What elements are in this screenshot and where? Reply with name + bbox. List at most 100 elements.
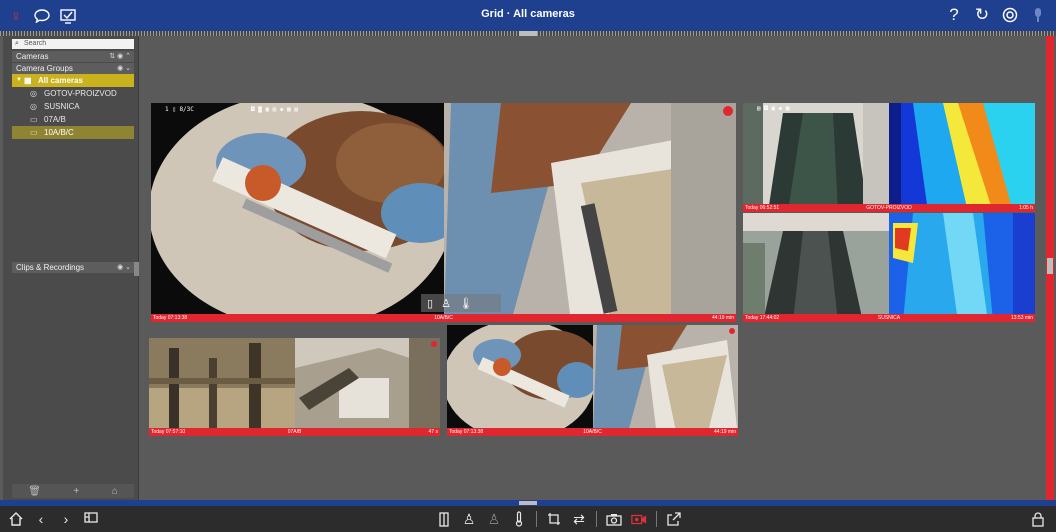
camera-footer: Today 06:52:51 GOTOV-PROIZVOD 1:05 h [743, 204, 1035, 212]
cameras-section[interactable]: Cameras ⇅ ◉ ⌃ [12, 51, 134, 62]
clips-label: Clips & Recordings [16, 263, 85, 272]
camera-feed-image [151, 103, 736, 322]
camera-feed-image [743, 103, 1035, 212]
add-icon[interactable]: + [73, 486, 79, 497]
camera-feed-image [743, 213, 1035, 322]
grid-icon: ▦ [24, 76, 32, 85]
camera-duration: 44:19 min [714, 429, 736, 435]
app-window: ♀ Grid · All cameras ? ↻ ⌕ Search Camera… [0, 0, 1056, 532]
person-dim-icon[interactable]: ♙ [486, 510, 502, 528]
door-icon[interactable]: ▯ [427, 297, 433, 310]
bottom-toolbar: ‹ › ♙ ♙ ⇄ [0, 506, 1056, 532]
toolbar-separator [536, 511, 537, 527]
camera-name: 10A/B/C [434, 315, 453, 321]
home-icon[interactable] [8, 510, 24, 528]
camera-icon[interactable] [606, 510, 622, 528]
tree-item-label: All cameras [38, 76, 83, 85]
swap-icon[interactable]: ⇄ [571, 510, 587, 528]
sidebar: ⌕ Search Cameras ⇅ ◉ ⌃ Camera Groups ◉ ⌄… [3, 36, 139, 500]
recording-indicator-icon [431, 341, 437, 347]
camera-feed-image [447, 325, 738, 436]
tree-item-label: 07A/B [44, 115, 66, 124]
tree-item-all-cameras[interactable]: ▼ ▦ All cameras [12, 74, 134, 87]
search-icon: ⌕ [15, 40, 19, 47]
fisheye-camera-icon: ◎ [30, 102, 37, 111]
fisheye-camera-icon: ◎ [30, 89, 37, 98]
camera-feed-image [149, 338, 440, 436]
camera-footer: Today 07:13:38 10A/B/C 44:19 min [447, 428, 738, 436]
pin-icon[interactable] [1028, 5, 1048, 25]
camera-icon: ▭ [30, 128, 38, 137]
sort-collapse-icons[interactable]: ⇅ ◉ ⌃ [109, 51, 131, 62]
right-scrollbar[interactable] [1046, 36, 1054, 500]
camera-overlay-icons: ◘ ◙ ▣ ▤ ◆ ▦ ▧ [251, 106, 298, 113]
tree-item-10abc[interactable]: ▭ 10A/B/C [12, 126, 134, 139]
camera-grid: 1 ▯ 8/3C ◘ ◙ ▣ ▤ ◆ ▦ ▧ ▯ ♙ 🌡 Today 07:13… [140, 36, 1044, 500]
tree-item-label: GOTOV-PROIZVOD [44, 89, 117, 98]
camera-duration: 44:19 min [712, 315, 734, 321]
camera-overlay-text: 1 ▯ 8/3C [165, 106, 194, 113]
tree-item-07ab[interactable]: ▭ 07A/B [12, 113, 134, 126]
camera-footer: Today 07:13:38 10A/B/C 44:19 min [151, 314, 736, 322]
titlebar-right-icons: ? ↻ [944, 5, 1048, 25]
toolbar-center-group: ♙ ♙ ⇄ [436, 510, 682, 528]
camera-name: GOTOV-PROIZVOD [866, 205, 912, 211]
thermometer-icon[interactable]: 🌡 [459, 297, 473, 310]
tree-item-gotov-proizvod[interactable]: ◎ GOTOV-PROIZVOD [12, 87, 134, 100]
trash-icon[interactable]: 🗑 [28, 486, 41, 497]
layout-icon[interactable] [83, 510, 99, 528]
crop-icon[interactable] [546, 510, 562, 528]
camera-name: SUSNICA [877, 315, 901, 321]
camera-name: 10A/B/C [583, 429, 602, 435]
refresh-icon[interactable]: ↻ [972, 5, 992, 25]
door-icon[interactable] [436, 510, 452, 528]
thermometer-icon[interactable] [511, 510, 527, 528]
camera-duration: 13:53 min [1011, 315, 1033, 321]
toolbar-left-group: ‹ › [8, 510, 99, 528]
camera-view-susnica[interactable]: Today 17:44:02 SUSNICA 13:53 min [743, 213, 1035, 322]
tree-item-label: 10A/B/C [44, 128, 74, 137]
bottom-resize-handle[interactable] [519, 501, 537, 505]
back-icon[interactable]: ‹ [33, 510, 49, 528]
toolbar-separator [596, 511, 597, 527]
settings-icon[interactable] [1000, 5, 1020, 25]
camera-overlay-icons: ▤ ◘ ▣ ◆ ▦ [757, 105, 790, 112]
camera-footer: Today 07:57:10 07A/B 47 s [149, 428, 440, 436]
groups-expand-icons[interactable]: ◉ ⌄ [117, 63, 131, 74]
forward-icon[interactable]: › [58, 510, 74, 528]
sidebar-scrollbar[interactable] [134, 262, 139, 276]
clips-expand-icons[interactable]: ◉ ⌄ [117, 262, 131, 273]
toolbar-separator [656, 511, 657, 527]
search-placeholder: Search [24, 40, 47, 47]
lock-icon[interactable] [1030, 510, 1046, 528]
ptz-control-strip: ▯ ♙ 🌡 [421, 294, 501, 312]
search-input[interactable]: ⌕ Search [12, 39, 134, 49]
camera-view-10abc-large[interactable]: 1 ▯ 8/3C ◘ ◙ ▣ ▤ ◆ ▦ ▧ ▯ ♙ 🌡 Today 07:13… [151, 103, 736, 322]
person-icon[interactable]: ♙ [461, 510, 477, 528]
window-title: Grid · All cameras [481, 8, 575, 20]
camera-name: 07A/B [287, 429, 302, 435]
person-icon[interactable]: ♙ [441, 297, 451, 310]
camera-icon: ▭ [30, 115, 38, 124]
recording-indicator-icon [729, 328, 735, 334]
camera-duration: 1:05 h [1019, 205, 1033, 211]
tree-item-label: SUSNICA [44, 102, 80, 111]
scroll-thumb[interactable] [1047, 258, 1053, 274]
camera-groups-label: Camera Groups [16, 64, 73, 73]
cameras-section-label: Cameras [16, 52, 49, 61]
record-icon[interactable] [631, 510, 647, 528]
toolbar-right-group [1030, 510, 1046, 528]
camera-view-07ab[interactable]: Today 07:57:10 07A/B 47 s [149, 338, 440, 436]
title-bar: ♀ Grid · All cameras ? ↻ [0, 0, 1056, 31]
help-icon[interactable]: ? [944, 5, 964, 25]
camera-groups-section[interactable]: Camera Groups ◉ ⌄ [12, 63, 134, 74]
camera-view-gotov-proizvod[interactable]: ▤ ◘ ▣ ◆ ▦ Today 06:52:51 GOTOV-PROIZVOD … [743, 103, 1035, 212]
tree-item-susnica[interactable]: ◎ SUSNICA [12, 100, 134, 113]
clips-recordings-section[interactable]: Clips & Recordings ◉ ⌄ [12, 262, 134, 273]
export-icon[interactable] [666, 510, 682, 528]
sidebar-tools: 🗑 + ⌂ [12, 484, 134, 498]
lock-clip-icon[interactable]: ⌂ [112, 486, 118, 497]
expand-triangle-icon[interactable]: ▼ [16, 74, 22, 87]
recording-indicator-icon [723, 106, 733, 116]
camera-view-10abc-small[interactable]: Today 07:13:38 10A/B/C 44:19 min [447, 325, 738, 436]
